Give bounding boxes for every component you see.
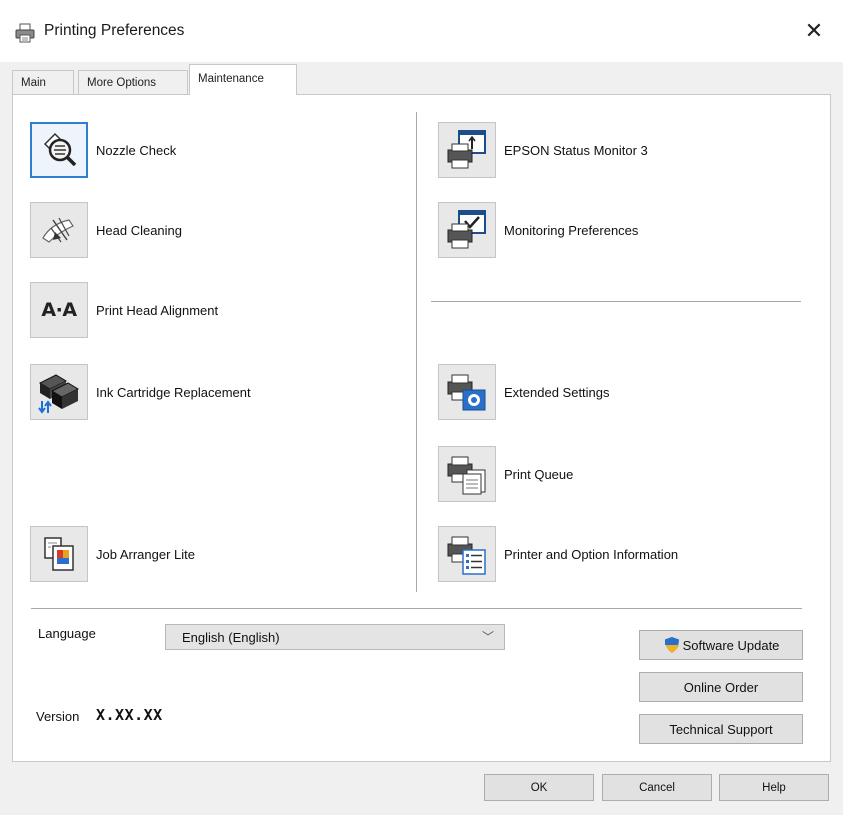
monitoring-preferences-label: Monitoring Preferences bbox=[504, 222, 639, 238]
print-head-alignment-item[interactable]: A·A Print Head Alignment bbox=[30, 282, 218, 338]
print-queue-icon bbox=[447, 456, 486, 495]
nozzle-check-item[interactable]: Nozzle Check bbox=[30, 122, 176, 178]
extended-settings-label: Extended Settings bbox=[504, 384, 610, 400]
extended-settings-item[interactable]: Extended Settings bbox=[438, 364, 610, 420]
nozzle-check-icon-box[interactable] bbox=[30, 122, 88, 178]
software-update-label: Software Update bbox=[682, 637, 780, 653]
ink-cartridge-icon bbox=[38, 374, 80, 414]
ink-cartridge-replacement-label: Ink Cartridge Replacement bbox=[96, 384, 251, 400]
job-arranger-lite-label: Job Arranger Lite bbox=[96, 546, 196, 562]
head-cleaning-icon bbox=[42, 217, 74, 243]
version-value: X.XX.XX bbox=[96, 706, 163, 724]
head-cleaning-item[interactable]: Head Cleaning bbox=[30, 202, 182, 258]
cancel-button[interactable]: Cancel bbox=[602, 774, 712, 801]
head-cleaning-icon-box[interactable] bbox=[30, 202, 88, 258]
job-arranger-icon-box[interactable] bbox=[30, 526, 88, 582]
right-section-divider bbox=[431, 301, 801, 302]
tab-maintenance[interactable]: Maintenance bbox=[189, 64, 297, 95]
status-monitor-icon bbox=[447, 130, 486, 169]
monitoring-preferences-icon bbox=[447, 210, 486, 249]
job-arranger-lite-item[interactable]: Job Arranger Lite bbox=[30, 526, 195, 582]
printer-option-information-item[interactable]: Printer and Option Information bbox=[438, 526, 678, 582]
print-queue-item[interactable]: Print Queue bbox=[438, 446, 573, 502]
ok-button[interactable]: OK bbox=[484, 774, 594, 801]
epson-status-monitor-label: EPSON Status Monitor 3 bbox=[504, 142, 648, 158]
printer-icon bbox=[14, 22, 36, 44]
nozzle-check-label: Nozzle Check bbox=[96, 142, 177, 158]
job-arranger-icon bbox=[44, 537, 74, 571]
print-queue-label: Print Queue bbox=[504, 466, 574, 482]
status-monitor-icon-box[interactable] bbox=[438, 122, 496, 178]
title-bar: Printing Preferences ✕ bbox=[0, 0, 843, 64]
language-label: Language bbox=[38, 626, 96, 641]
online-order-button[interactable]: Online Order bbox=[639, 672, 803, 702]
technical-support-button[interactable]: Technical Support bbox=[639, 714, 803, 744]
chevron-down-icon: ﹀ bbox=[481, 630, 494, 644]
close-button[interactable]: ✕ bbox=[799, 16, 829, 46]
tab-main[interactable]: Main bbox=[12, 70, 74, 94]
monitoring-preferences-icon-box[interactable] bbox=[438, 202, 496, 258]
head-cleaning-label: Head Cleaning bbox=[96, 222, 183, 238]
epson-status-monitor-item[interactable]: EPSON Status Monitor 3 bbox=[438, 122, 648, 178]
language-select-value: English (English) bbox=[182, 630, 280, 645]
bottom-section-divider bbox=[31, 608, 802, 609]
print-head-alignment-icon-box[interactable]: A·A bbox=[30, 282, 88, 338]
vertical-divider bbox=[416, 112, 417, 592]
printer-info-icon-box[interactable] bbox=[438, 526, 496, 582]
print-queue-icon-box[interactable] bbox=[438, 446, 496, 502]
nozzle-check-icon bbox=[43, 132, 77, 167]
language-select[interactable]: English (English) ﹀ bbox=[165, 624, 505, 650]
ink-cartridge-replacement-item[interactable]: Ink Cartridge Replacement bbox=[30, 364, 251, 420]
version-label: Version bbox=[36, 709, 80, 724]
print-head-alignment-label: Print Head Alignment bbox=[96, 302, 219, 318]
print-head-alignment-icon: A·A bbox=[41, 299, 77, 321]
printer-info-icon bbox=[447, 536, 486, 575]
help-button[interactable]: Help bbox=[719, 774, 829, 801]
printer-option-information-label: Printer and Option Information bbox=[504, 546, 679, 562]
close-icon[interactable]: ✕ bbox=[805, 18, 823, 43]
extended-settings-icon bbox=[447, 374, 486, 411]
maintenance-panel bbox=[12, 94, 831, 762]
tab-more-options[interactable]: More Options bbox=[78, 70, 188, 94]
monitoring-preferences-item[interactable]: Monitoring Preferences bbox=[438, 202, 638, 258]
shield-icon bbox=[664, 637, 679, 653]
ink-cartridge-icon-box[interactable] bbox=[30, 364, 88, 420]
extended-settings-icon-box[interactable] bbox=[438, 364, 496, 420]
software-update-button[interactable]: Software Update bbox=[639, 630, 803, 660]
window-title: Printing Preferences bbox=[44, 22, 185, 39]
